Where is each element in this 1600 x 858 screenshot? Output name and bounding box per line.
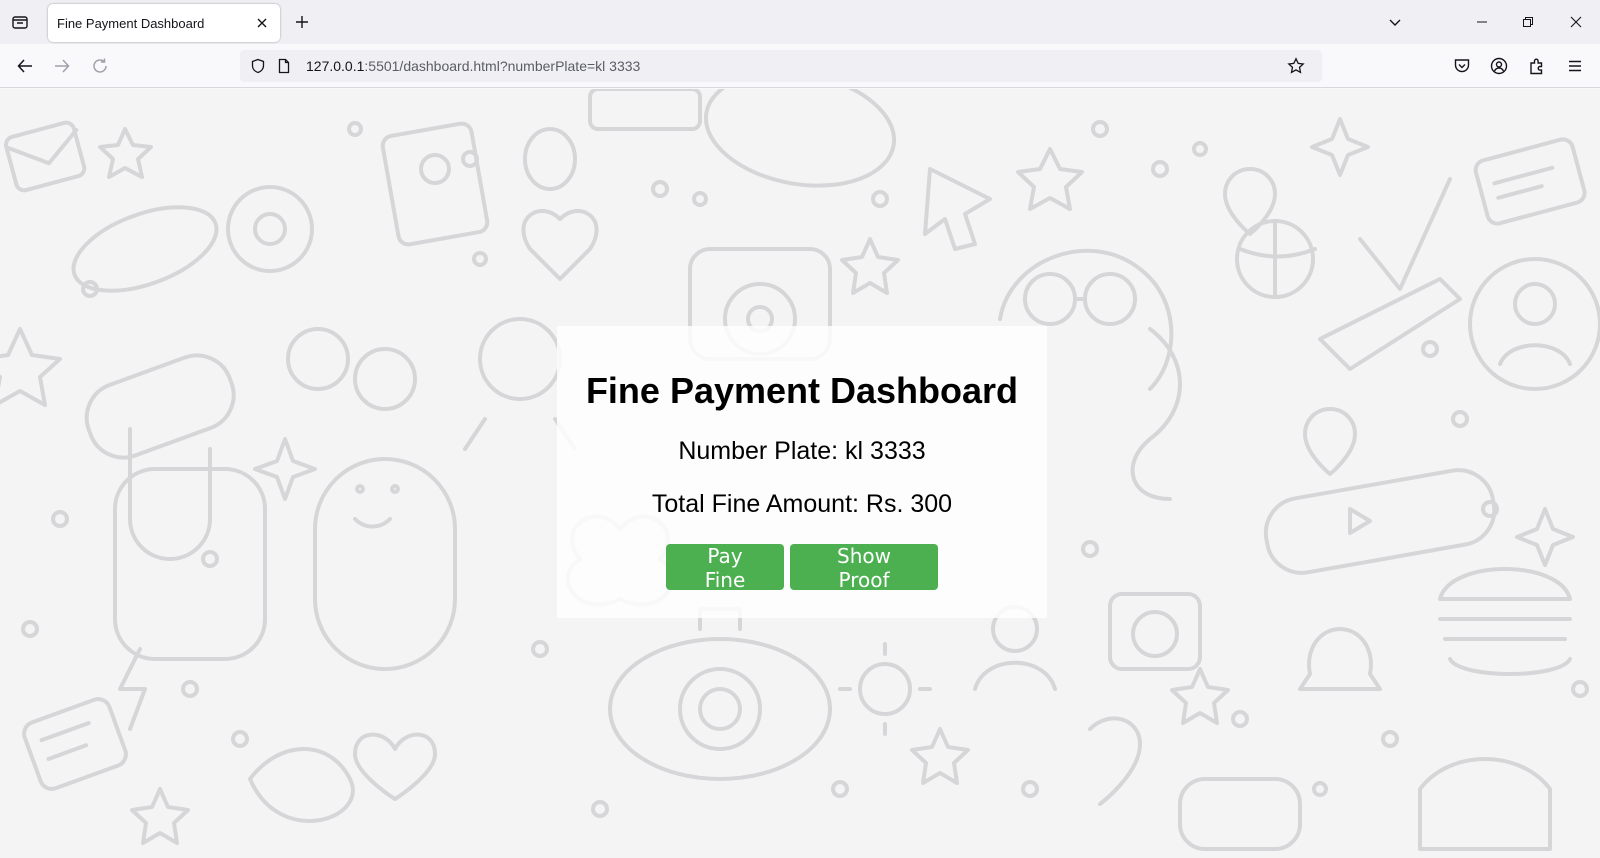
page-title: Fine Payment Dashboard [585,370,1019,411]
extensions-icon[interactable] [1522,51,1552,81]
forward-arrow-icon[interactable] [47,51,77,81]
show-proof-button[interactable]: Show Proof [790,544,938,592]
page-icon[interactable] [272,54,296,78]
url-text[interactable]: 127.0.0.1:5501/dashboard.html?numberPlat… [306,58,640,74]
action-buttons: Pay Fine Show Proof [557,544,1047,592]
tab-title: Fine Payment Dashboard [57,15,205,31]
back-arrow-icon[interactable] [10,51,40,81]
shield-icon[interactable] [246,54,270,78]
minimize-icon[interactable] [1459,0,1505,44]
account-icon[interactable] [1484,51,1514,81]
pocket-icon[interactable] [1447,51,1477,81]
url-path: :5501/dashboard.html?numberPlate=kl 3333 [364,58,641,74]
total-fine-text: Total Fine Amount: Rs. 300 [651,490,953,518]
number-plate-text: Number Plate: kl 3333 [678,437,926,465]
page-viewport: Fine Payment Dashboard Number Plate: kl … [0,89,1600,858]
restore-icon[interactable] [1505,0,1551,44]
fine-dashboard-card: Fine Payment Dashboard Number Plate: kl … [557,326,1047,618]
chevron-down-icon[interactable] [1372,0,1418,44]
reload-icon[interactable] [85,51,115,81]
pay-fine-button[interactable]: Pay Fine [666,544,784,592]
menu-icon[interactable] [1560,51,1590,81]
url-host: 127.0.0.1 [306,58,365,74]
plus-icon[interactable] [288,8,316,36]
tab-list-icon[interactable] [6,8,34,36]
browser-tab[interactable]: Fine Payment Dashboard [48,4,280,42]
close-icon[interactable] [250,11,274,35]
tab-bar: Fine Payment Dashboard [0,0,1600,44]
window-close-icon[interactable] [1553,0,1599,44]
url-bar[interactable]: 127.0.0.1:5501/dashboard.html?numberPlat… [240,50,1322,82]
navigation-bar: 127.0.0.1:5501/dashboard.html?numberPlat… [0,44,1600,88]
bookmark-star-icon[interactable] [1284,54,1308,78]
